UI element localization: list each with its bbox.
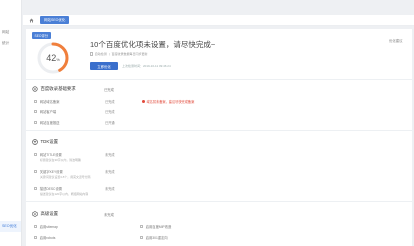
section-title-basic: 百度收录基础要求 [32,86,76,92]
warning-link[interactable]: 域名暂未备案，建议尽快完成备案 [142,99,194,104]
row-status: 已完成 [105,110,115,114]
score-value: 42% [34,39,72,77]
row-checkbox[interactable] [34,152,38,157]
row-checkbox[interactable] [34,109,38,114]
last-check-time: 上次检测时间：2019-10-11 09:46:24 [122,63,171,68]
row-checkbox[interactable] [34,186,38,191]
tab-seo[interactable]: 网站SEO优化 [40,16,70,24]
score-badge: SEO评分 [32,32,51,39]
sidebar-item-label: 统计 [2,41,10,45]
list-item[interactable]: 启用sitemap [34,224,58,229]
row-description: 标题建议在30字以内，简洁明确 [40,158,81,162]
divider [26,79,412,80]
settings-icon [32,211,38,217]
row-label: 网站TITLE设置 [39,153,62,157]
optimize-now-button[interactable]: 立即优化 [90,62,118,70]
list-item[interactable]: 关键字KEY设置 [34,169,63,174]
score-unit: % [56,56,60,62]
row-label: 启用sitemap [39,225,58,229]
row-status: 已开通 [105,121,115,125]
sidebar-item-label: SEO优化 [2,224,17,228]
app-window: 网站 统计 SEO优化 网站SEO优化 SEO评分 42% 10个百度优化项未设… [0,0,414,246]
list-item[interactable]: 描述DESC设置 [34,186,62,191]
note-detail: 百度收录数据每日同步更新 [111,52,148,56]
section-title-text: TDK设置 [40,139,59,144]
note-separator: | [108,52,110,56]
list-item[interactable]: 启用百度MIP改造 [140,224,171,229]
row-label: 启用百度MIP改造 [145,225,172,229]
row-checkbox[interactable] [140,235,144,240]
list-item[interactable]: 网站域名备案 [34,99,59,104]
check-note: 自动检测 | 百度收录数据每日同步更新 [90,52,148,56]
optimize-advice-link[interactable]: 优化建议 [389,38,403,43]
list-item[interactable]: 启用robots [34,235,55,240]
sidebar-item-seo[interactable]: SEO优化 [0,221,21,232]
row-checkbox[interactable] [34,99,38,104]
row-checkbox[interactable] [34,235,38,240]
warning-text: 域名暂未备案，建议尽快完成备案 [146,100,195,104]
row-label: 启用robots [39,236,56,240]
row-label: 网站域名备案 [39,100,60,104]
row-status: 未完成 [105,187,115,191]
section-status: 未完成 [104,213,114,217]
section-status: 已完成 [104,88,114,92]
row-checkbox[interactable] [34,120,38,125]
row-status: 已完成 [105,100,115,104]
tdk-icon [32,139,38,145]
sidebar-item-label: 网站 [2,30,10,34]
row-checkbox[interactable] [140,224,144,229]
sidebar-item-stats[interactable]: 统计 [0,38,21,49]
row-label: 网站客户端 [39,110,57,114]
row-checkbox[interactable] [34,224,38,229]
list-item[interactable]: 启用301重定向 [140,235,168,240]
row-checkbox[interactable] [34,169,38,174]
row-label: 网站百度推送 [39,121,60,125]
sidebar-item-site[interactable]: 网站 [0,27,21,38]
list-item[interactable]: 网站百度推送 [34,120,59,125]
score-number: 42 [46,53,57,63]
section-title-advanced: 高级设置 [32,211,58,217]
breadcrumb: 网站SEO优化 [23,15,414,26]
row-description: 描述建议在120字以内，概括网站内容 [40,192,89,196]
divider [26,130,412,131]
note-label: 自动检测 [94,52,107,56]
section-title-text: 百度收录基础要求 [40,86,76,91]
page-title: 10个百度优化项未设置，请尽快完成~ [90,40,216,49]
section-title-tdk: TDK设置 [32,139,58,145]
list-item[interactable]: 网站TITLE设置 [34,152,62,157]
row-label: 关键字KEY设置 [39,170,63,174]
row-label: 启用301重定向 [145,236,168,240]
main-content: SEO评分 42% 10个百度优化项未设置，请尽快完成~ 优化建议 自动检测 |… [26,29,412,246]
divider [26,201,412,202]
row-status: 未完成 [105,170,115,174]
auto-check-checkbox[interactable] [90,52,94,56]
list-item[interactable]: 网站客户端 [34,109,56,114]
sidebar: 网站 统计 SEO优化 [0,0,22,246]
home-icon[interactable] [29,18,34,23]
gear-icon [32,86,38,92]
row-label: 描述DESC设置 [39,187,63,191]
section-title-text: 高级设置 [40,211,59,216]
row-status: 未完成 [105,153,115,157]
warning-icon [142,100,145,103]
row-description: 关键词建议设置3-5个，用英文逗号分隔 [40,175,91,179]
